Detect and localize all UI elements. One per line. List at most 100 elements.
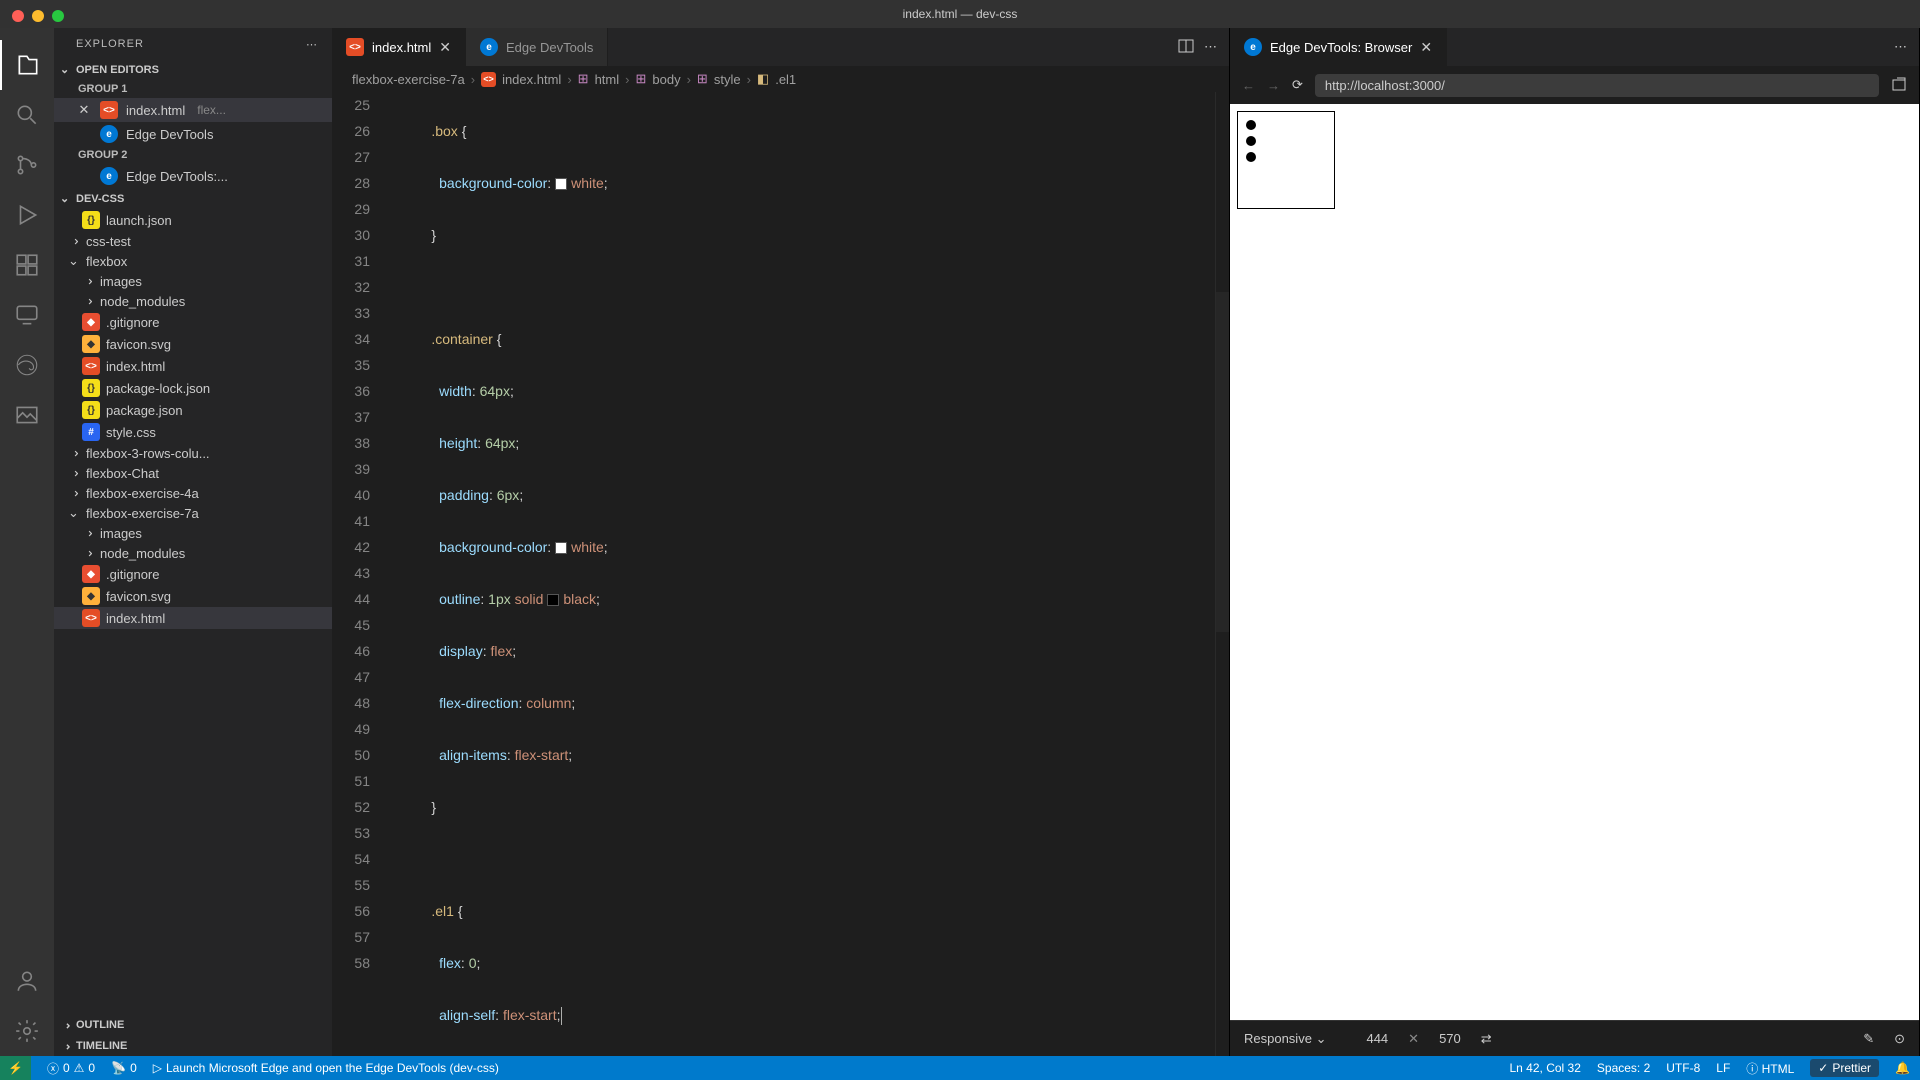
remote-status-icon[interactable]: ⚡ (0, 1056, 31, 1080)
file-style-css[interactable]: #style.css (54, 421, 332, 443)
html-file-icon: <> (481, 72, 496, 87)
edge-icon: e (100, 167, 118, 185)
preview-container (1238, 112, 1334, 208)
more-actions-icon[interactable]: ⋯ (1894, 39, 1907, 55)
screenshot-icon[interactable]: ⊙ (1894, 1031, 1905, 1047)
breadcrumb-folder[interactable]: flexbox-exercise-7a (352, 72, 465, 87)
remote-activity-icon[interactable] (0, 290, 54, 340)
status-launch-task[interactable]: ▷ Launch Microsoft Edge and open the Edg… (153, 1061, 499, 1075)
explorer-activity-icon[interactable] (0, 40, 54, 90)
line-gutter: 25262728 29303132 33343536 37383940 4142… (332, 92, 396, 1056)
file-favicon-2[interactable]: ◆favicon.svg (54, 585, 332, 607)
breadcrumb-file[interactable]: index.html (502, 72, 561, 87)
viewport-width[interactable]: 444 (1366, 1031, 1388, 1046)
explorer-sidebar: EXPLORER ⋯ ⌄OPEN EDITORS GROUP 1 ✕ <> in… (54, 28, 332, 1056)
status-errors[interactable]: ⓧ 0 ⚠ 0 (47, 1060, 95, 1077)
close-editor-icon[interactable]: ✕ (76, 102, 92, 118)
window-controls (12, 10, 64, 22)
window-close-button[interactable] (12, 10, 24, 22)
status-cursor-position[interactable]: Ln 42, Col 32 (1510, 1061, 1581, 1075)
html-file-icon: <> (82, 357, 100, 375)
file-gitignore-2[interactable]: ◆.gitignore (54, 563, 332, 585)
breadcrumb-body[interactable]: body (652, 72, 680, 87)
open-editor-edge-devtools[interactable]: e Edge DevTools (54, 122, 332, 146)
breadcrumb-html[interactable]: html (595, 72, 620, 87)
folder-images[interactable]: ⌄images (54, 271, 332, 291)
status-encoding[interactable]: UTF-8 (1666, 1061, 1700, 1075)
explorer-title: EXPLORER (76, 38, 144, 51)
responsive-select[interactable]: Responsive ⌄ (1244, 1031, 1326, 1047)
folder-flexbox-4a[interactable]: ⌄flexbox-exercise-4a (54, 483, 332, 503)
folder-flexbox-3rows[interactable]: ⌄flexbox-3-rows-colu... (54, 443, 332, 463)
svg-file-icon: ◆ (82, 335, 100, 353)
image-activity-icon[interactable] (0, 390, 54, 440)
code-content[interactable]: .box { background-color: white; } .conta… (396, 92, 1215, 1056)
editor-group-1: <> index.html ✕ e Edge DevTools ⋯ flexbo… (332, 28, 1230, 1056)
file-pkg[interactable]: {}package.json (54, 399, 332, 421)
timeline-section[interactable]: ⌄TIMELINE (54, 1035, 332, 1056)
code-editor[interactable]: 25262728 29303132 33343536 37383940 4142… (332, 92, 1229, 1056)
tab-edge-devtools[interactable]: e Edge DevTools (466, 28, 608, 66)
explorer-more-icon[interactable]: ⋯ (306, 38, 318, 51)
viewport-height[interactable]: 570 (1439, 1031, 1461, 1046)
breadcrumb-selector[interactable]: .el1 (775, 72, 796, 87)
open-editor-index-html[interactable]: ✕ <> index.html flex... (54, 98, 332, 122)
settings-activity-icon[interactable] (0, 1006, 54, 1056)
status-prettier[interactable]: ✓ Prettier (1810, 1059, 1879, 1077)
project-section[interactable]: ⌄DEV-CSS (54, 188, 332, 209)
open-editors-section[interactable]: ⌄OPEN EDITORS (54, 59, 332, 80)
open-editor-edge-browser[interactable]: e Edge DevTools:... (54, 164, 332, 188)
browser-back-icon[interactable]: ← (1242, 78, 1255, 93)
close-tab-icon[interactable]: ✕ (439, 39, 451, 56)
inspect-icon[interactable]: ✎ (1863, 1031, 1874, 1047)
group-2-label: GROUP 2 (54, 146, 332, 164)
url-bar[interactable]: http://localhost:3000/ (1315, 74, 1879, 97)
file-index-html-1[interactable]: <>index.html (54, 355, 332, 377)
tab-index-html[interactable]: <> index.html ✕ (332, 28, 466, 66)
browser-open-external-icon[interactable] (1891, 76, 1907, 95)
file-pkg-lock[interactable]: {}package-lock.json (54, 377, 332, 399)
window-maximize-button[interactable] (52, 10, 64, 22)
split-editor-icon[interactable] (1178, 38, 1194, 57)
breadcrumb-style[interactable]: style (714, 72, 741, 87)
search-activity-icon[interactable] (0, 90, 54, 140)
folder-flexbox-chat[interactable]: ⌄flexbox-Chat (54, 463, 332, 483)
window-title: index.html — dev-css (903, 7, 1018, 21)
file-launch-json[interactable]: {}launch.json (54, 209, 332, 231)
status-eol[interactable]: LF (1716, 1061, 1730, 1075)
rotate-icon[interactable]: ⇄ (1481, 1031, 1492, 1047)
folder-images-2[interactable]: ⌄images (54, 523, 332, 543)
folder-node-modules-2[interactable]: ⌄node_modules (54, 543, 332, 563)
minimap[interactable] (1215, 92, 1229, 1056)
folder-flexbox[interactable]: ⌄flexbox (54, 251, 332, 271)
file-index-html-2[interactable]: <>index.html (54, 607, 332, 629)
window-minimize-button[interactable] (32, 10, 44, 22)
outline-section[interactable]: ⌄OUTLINE (54, 1014, 332, 1035)
browser-forward-icon[interactable]: → (1267, 78, 1280, 93)
browser-viewport (1230, 104, 1919, 1020)
accounts-activity-icon[interactable] (0, 956, 54, 1006)
minimap-slider[interactable] (1216, 292, 1229, 632)
file-favicon[interactable]: ◆favicon.svg (54, 333, 332, 355)
status-ports[interactable]: 📡 0 (111, 1061, 137, 1075)
close-tab-icon[interactable]: ✕ (1420, 39, 1432, 56)
browser-reload-icon[interactable]: ⟳ (1292, 77, 1303, 93)
tab-edge-browser[interactable]: e Edge DevTools: Browser ✕ (1230, 28, 1447, 66)
status-language[interactable]: ⓘ HTML (1746, 1060, 1794, 1077)
breadcrumb-bar[interactable]: flexbox-exercise-7a› <>index.html› ⊞html… (332, 66, 1229, 92)
extensions-activity-icon[interactable] (0, 240, 54, 290)
edge-activity-icon[interactable] (0, 340, 54, 390)
gitignore-icon: ◆ (82, 565, 100, 583)
file-gitignore[interactable]: ◆.gitignore (54, 311, 332, 333)
folder-flexbox-7a[interactable]: ⌄flexbox-exercise-7a (54, 503, 332, 523)
browser-toolbar: ← → ⟳ http://localhost:3000/ (1230, 66, 1919, 104)
more-actions-icon[interactable]: ⋯ (1204, 39, 1217, 55)
folder-css-test[interactable]: ⌄css-test (54, 231, 332, 251)
status-notifications-icon[interactable]: 🔔 (1895, 1061, 1910, 1075)
status-indent[interactable]: Spaces: 2 (1597, 1061, 1650, 1075)
folder-node-modules[interactable]: ⌄node_modules (54, 291, 332, 311)
source-control-activity-icon[interactable] (0, 140, 54, 190)
json-file-icon: {} (82, 401, 100, 419)
html-file-icon: <> (346, 38, 364, 56)
run-debug-activity-icon[interactable] (0, 190, 54, 240)
